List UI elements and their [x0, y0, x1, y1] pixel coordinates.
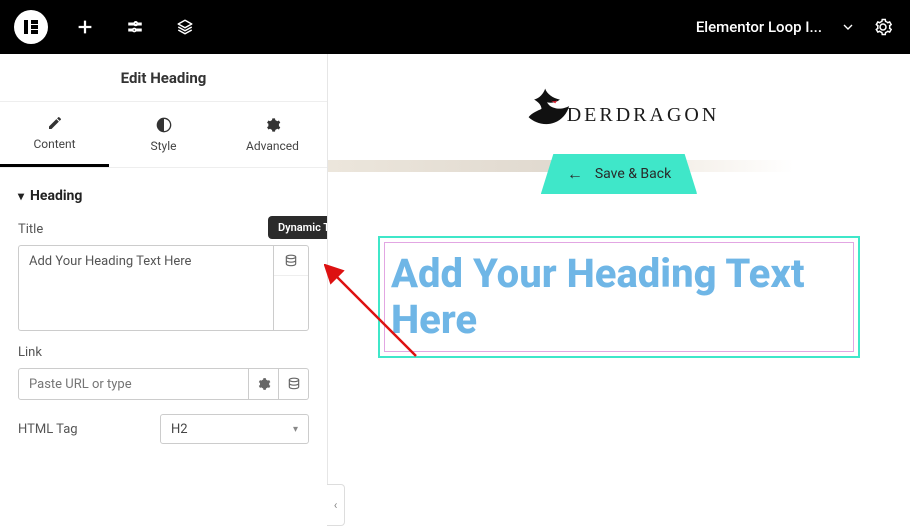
save-back-button[interactable]: ← Save & Back: [541, 154, 697, 194]
html-tag-label: HTML Tag: [18, 422, 148, 437]
main-area: Edit Heading Content Style Advanced ▾ He…: [0, 54, 910, 501]
site-settings-button[interactable]: [110, 0, 160, 54]
layers-icon: [176, 18, 194, 36]
panel-title: Edit Heading: [0, 54, 327, 102]
sliders-icon: [126, 18, 144, 36]
topbar-right: Elementor Loop I...: [696, 18, 910, 36]
database-icon: [287, 377, 301, 391]
html-tag-field: HTML Tag H2 ▾: [18, 414, 309, 444]
document-title: Elementor Loop I...: [696, 18, 822, 36]
html-tag-select[interactable]: H2 ▾: [160, 414, 309, 444]
pencil-icon: [47, 115, 63, 131]
add-element-button[interactable]: [60, 0, 110, 54]
site-logo-text: DERDRAGON: [567, 104, 720, 127]
contrast-icon: [156, 117, 172, 133]
cog-icon: [265, 117, 281, 133]
site-logo: DERDRAGON: [519, 84, 720, 130]
editor-sidebar: Edit Heading Content Style Advanced ▾ He…: [0, 54, 328, 501]
dynamic-tags-tooltip: Dynamic Tags: [268, 216, 327, 239]
tab-style[interactable]: Style: [109, 102, 218, 167]
link-input[interactable]: [18, 368, 249, 400]
editor-stage: ← Save & Back Add Your Heading Text Here: [328, 172, 910, 358]
heading-preview-text: Add Your Heading Text Here: [391, 251, 847, 343]
html-tag-value: H2: [171, 422, 188, 437]
title-label: Title: [18, 222, 43, 237]
tab-advanced[interactable]: Advanced: [218, 102, 327, 167]
save-back-label: Save & Back: [595, 166, 671, 182]
tab-advanced-label: Advanced: [246, 139, 299, 153]
link-label: Link: [18, 345, 42, 360]
link-options-button[interactable]: [249, 368, 279, 400]
tab-content[interactable]: Content: [0, 102, 109, 167]
plus-icon: [76, 18, 94, 36]
title-textarea[interactable]: [18, 245, 273, 331]
tab-content-label: Content: [33, 137, 75, 151]
title-field: Title ✦ W... Dynamic Tags: [18, 222, 309, 331]
selected-widget[interactable]: Add Your Heading Text Here: [384, 242, 854, 352]
section-heading-toggle[interactable]: ▾ Heading: [18, 188, 309, 204]
caret-down-icon: ▾: [18, 189, 24, 203]
title-side-controls: [273, 245, 309, 331]
panel-collapse-handle[interactable]: ‹: [327, 484, 345, 526]
tab-style-label: Style: [150, 139, 176, 153]
section-heading-label: Heading: [30, 188, 82, 204]
site-header: DERDRAGON: [328, 54, 910, 160]
preview-canvas: DERDRAGON ← Save & Back Add Your Heading…: [328, 54, 910, 501]
chevron-down-icon: ▾: [293, 424, 298, 435]
link-field: Link: [18, 345, 309, 400]
database-icon: [284, 254, 298, 268]
structure-button[interactable]: [160, 0, 210, 54]
topbar-left: [0, 0, 210, 54]
dynamic-tags-button[interactable]: [274, 246, 308, 276]
chevron-down-icon[interactable]: [840, 19, 856, 35]
controls-list: ▾ Heading Title ✦ W...: [0, 168, 327, 501]
gear-small-icon: [257, 377, 271, 391]
arrow-left-icon: ←: [567, 164, 583, 184]
gear-icon[interactable]: [874, 18, 892, 36]
app-topbar: Elementor Loop I...: [0, 0, 910, 54]
elementor-logo[interactable]: [14, 10, 48, 44]
link-dynamic-button[interactable]: [279, 368, 309, 400]
settings-tabs: Content Style Advanced: [0, 102, 327, 168]
selected-section[interactable]: Add Your Heading Text Here: [378, 236, 860, 358]
